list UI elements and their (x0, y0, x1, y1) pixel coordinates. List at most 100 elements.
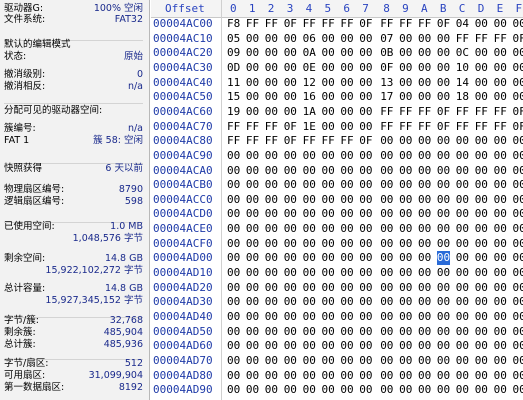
hex-byte[interactable]: 00 (437, 354, 450, 368)
hex-byte[interactable]: 00 (340, 32, 353, 46)
hex-byte[interactable]: 00 (513, 90, 523, 104)
hex-byte[interactable]: 15 (227, 90, 240, 104)
hex-byte[interactable]: 00 (265, 325, 278, 339)
hex-byte[interactable]: 00 (284, 207, 297, 221)
hex-byte[interactable]: 00 (380, 251, 393, 265)
hex-byte[interactable]: FF (340, 17, 353, 31)
hex-byte[interactable]: 0F (513, 32, 523, 46)
hex-row[interactable]: 00004AC60 19 00 00 00 1A 00 00 00 FF FF FF 0F FF FF FF 0… (151, 105, 523, 119)
hex-byte[interactable]: 00 (380, 237, 393, 251)
hex-byte[interactable]: 00 (456, 222, 469, 236)
hex-byte[interactable]: 00 (437, 90, 450, 104)
hex-byte[interactable]: 00 (494, 222, 507, 236)
hex-byte[interactable]: 00 (359, 310, 372, 324)
hex-byte[interactable]: 19 (227, 105, 240, 119)
hex-byte[interactable]: 00 (399, 46, 412, 60)
hex-byte[interactable]: 00 (284, 149, 297, 163)
hex-byte[interactable]: 00 (322, 105, 335, 119)
hex-byte[interactable]: 00 (399, 310, 412, 324)
hex-byte[interactable]: FF (475, 32, 488, 46)
hex-byte[interactable]: 00 (399, 339, 412, 353)
hex-byte[interactable]: 0F (437, 120, 450, 134)
hex-row[interactable]: 00004AD20 00 00 00 00 00 00 00 00 00 00 00 00 00 00 00 0… (151, 281, 523, 295)
hex-byte[interactable]: 00 (359, 32, 372, 46)
hex-byte[interactable]: 07 (380, 32, 393, 46)
hex-byte[interactable]: 00 (322, 32, 335, 46)
hex-row[interactable]: 00004ACE0 00 00 00 00 00 00 00 00 00 00 00 00 00 00 00 0… (151, 222, 523, 236)
hex-byte[interactable]: FF (380, 17, 393, 31)
hex-byte[interactable]: FF (456, 105, 469, 119)
hex-byte[interactable]: 00 (418, 164, 431, 178)
hex-byte[interactable]: FF (246, 120, 259, 134)
hex-byte[interactable]: 00 (494, 207, 507, 221)
hex-byte[interactable]: 00 (456, 354, 469, 368)
hex-byte[interactable]: 00 (475, 383, 488, 397)
hex-byte[interactable]: 00 (359, 105, 372, 119)
hex-byte[interactable]: 00 (494, 164, 507, 178)
hex-byte[interactable]: 00 (340, 281, 353, 295)
hex-row[interactable]: 00004AD90 00 00 00 00 00 00 00 00 00 00 00 00 00 00 00 0… (151, 383, 523, 397)
hex-byte[interactable]: 00 (284, 369, 297, 383)
hex-byte[interactable]: 00 (340, 90, 353, 104)
hex-byte[interactable]: 00 (475, 193, 488, 207)
hex-byte[interactable]: 0A (303, 46, 316, 60)
hex-byte[interactable]: 00 (399, 383, 412, 397)
hex-byte[interactable]: FF (399, 105, 412, 119)
hex-byte[interactable]: 00 (418, 61, 431, 75)
hex-byte[interactable]: 00 (437, 369, 450, 383)
hex-byte[interactable]: 00 (475, 134, 488, 148)
hex-byte[interactable]: 00 (303, 354, 316, 368)
hex-byte[interactable]: 00 (380, 339, 393, 353)
hex-byte[interactable]: 00 (494, 383, 507, 397)
hex-byte[interactable]: 00 (340, 339, 353, 353)
hex-byte[interactable]: 0F (437, 105, 450, 119)
hex-byte[interactable]: 00 (265, 281, 278, 295)
hex-byte[interactable]: 00 (418, 237, 431, 251)
hex-byte[interactable]: FF (227, 134, 240, 148)
hex-byte[interactable]: 00 (246, 295, 259, 309)
hex-byte[interactable]: 00 (475, 90, 488, 104)
hex-byte[interactable]: 00 (340, 325, 353, 339)
hex-byte[interactable]: 00 (284, 61, 297, 75)
hex-byte[interactable]: 00 (437, 164, 450, 178)
hex-byte[interactable]: 00 (456, 339, 469, 353)
hex-byte[interactable]: 00 (322, 120, 335, 134)
hex-byte[interactable]: 00 (246, 164, 259, 178)
hex-byte[interactable]: 00 (303, 251, 316, 265)
hex-byte[interactable]: 00 (359, 120, 372, 134)
hex-byte[interactable]: 00 (437, 266, 450, 280)
hex-row[interactable]: 00004AC40 11 00 00 00 12 00 00 00 13 00 00 00 14 00 00 0… (151, 76, 523, 90)
hex-byte[interactable]: 00 (513, 251, 523, 265)
hex-row[interactable]: 00004AC90 00 00 00 00 00 00 00 00 00 00 00 00 00 00 00 0… (151, 149, 523, 163)
hex-byte[interactable]: 00 (284, 178, 297, 192)
hex-byte[interactable]: FF (399, 17, 412, 31)
hex-byte[interactable]: 00 (284, 354, 297, 368)
hex-byte[interactable]: FF (494, 120, 507, 134)
hex-byte[interactable]: 00 (513, 325, 523, 339)
hex-byte[interactable]: 00 (475, 222, 488, 236)
hex-byte[interactable]: 00 (340, 266, 353, 280)
hex-byte[interactable]: 00 (399, 207, 412, 221)
hex-byte[interactable]: 00 (246, 105, 259, 119)
hex-byte[interactable]: 00 (284, 281, 297, 295)
hex-byte[interactable]: 00 (265, 251, 278, 265)
hex-row[interactable]: 00004ACF0 00 00 00 00 00 00 00 00 00 00 00 00 00 00 00 0… (151, 237, 523, 251)
hex-byte[interactable]: 00 (303, 369, 316, 383)
hex-byte[interactable]: 04 (456, 17, 469, 31)
hex-byte[interactable]: 00 (399, 193, 412, 207)
hex-byte[interactable]: 00 (456, 281, 469, 295)
hex-byte[interactable]: 0B (380, 46, 393, 60)
hex-byte[interactable]: 00 (380, 325, 393, 339)
hex-byte[interactable]: 00 (399, 32, 412, 46)
hex-byte[interactable]: 00 (513, 76, 523, 90)
hex-byte[interactable]: 00 (418, 295, 431, 309)
hex-byte[interactable]: 00 (380, 281, 393, 295)
hex-byte[interactable]: 00 (418, 76, 431, 90)
hex-byte[interactable]: 00 (265, 164, 278, 178)
hex-byte[interactable]: 00 (246, 193, 259, 207)
hex-byte[interactable]: 00 (513, 281, 523, 295)
hex-byte[interactable]: 00 (513, 295, 523, 309)
hex-byte[interactable]: 00 (380, 266, 393, 280)
hex-byte[interactable]: 00 (437, 237, 450, 251)
hex-byte[interactable]: 00 (322, 295, 335, 309)
